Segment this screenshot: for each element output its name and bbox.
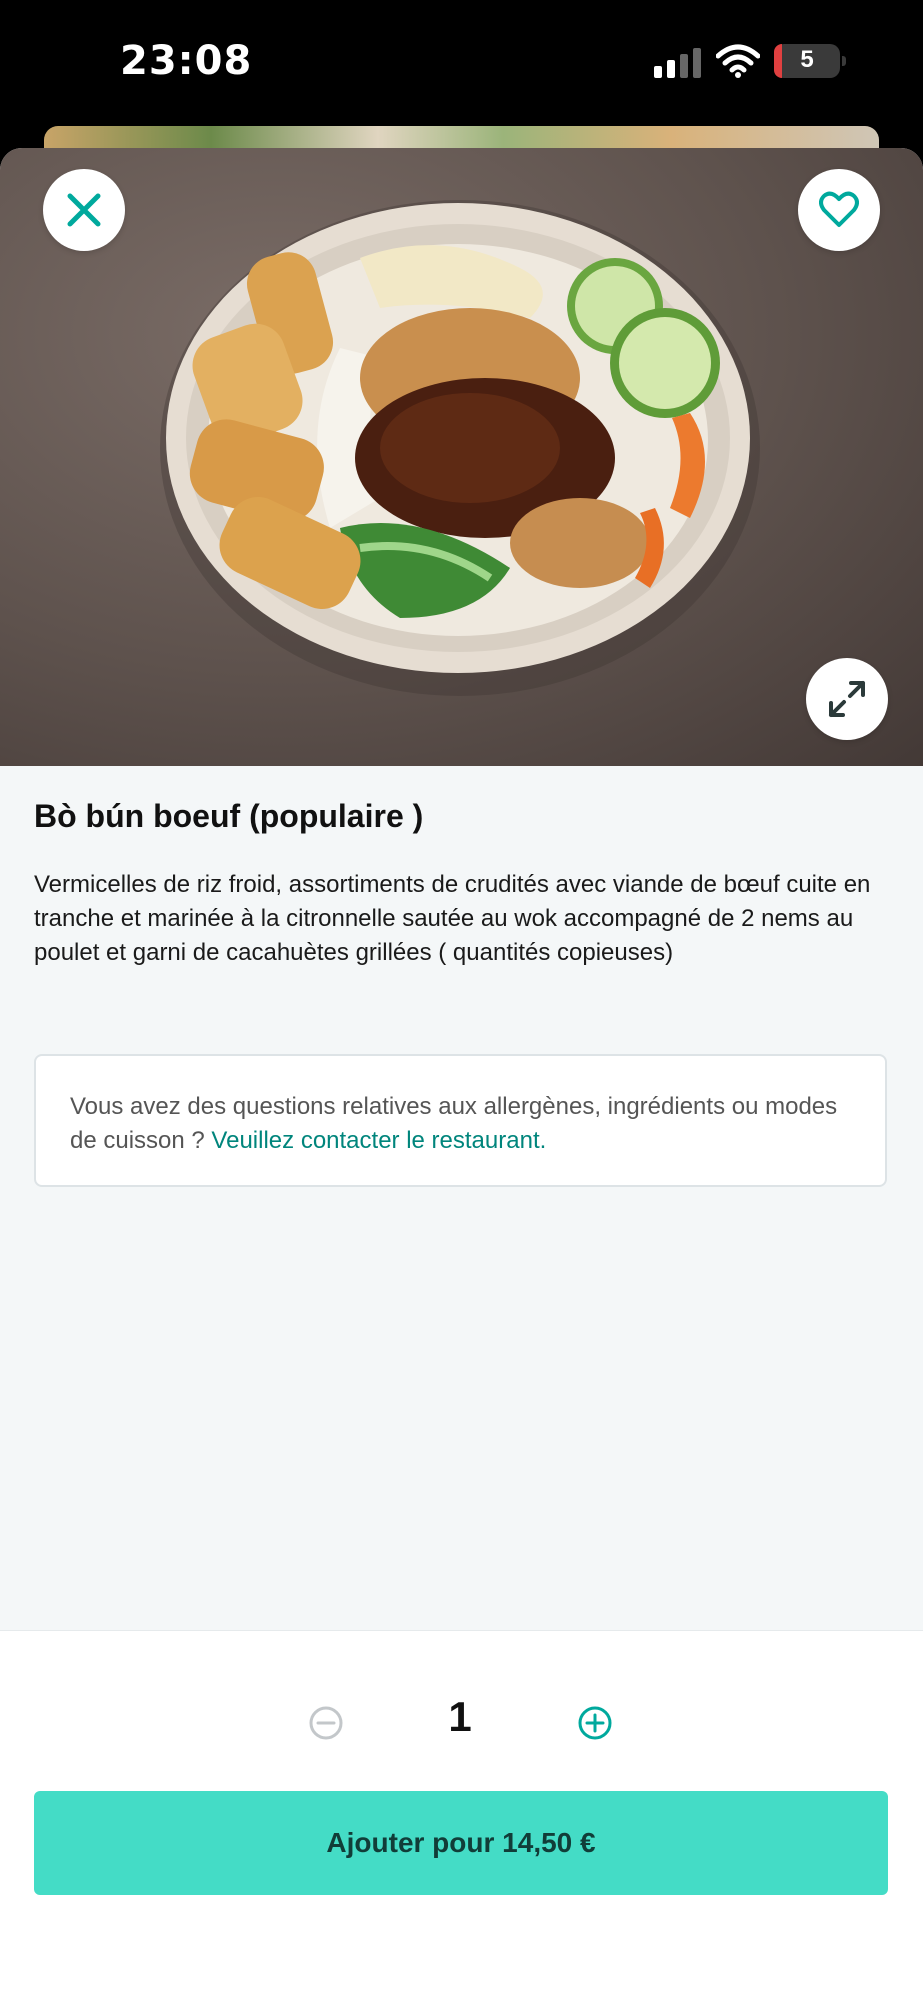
- status-time: 23:08: [120, 38, 253, 84]
- dish-photo[interactable]: [0, 148, 923, 766]
- wifi-icon: [716, 44, 760, 78]
- add-to-cart-button[interactable]: Ajouter pour 14,50 €: [34, 1791, 888, 1895]
- cellular-signal-icon: [654, 48, 701, 78]
- expand-image-button[interactable]: [806, 658, 888, 740]
- dish-illustration: [160, 200, 760, 696]
- quantity-value: 1: [448, 1693, 472, 1740]
- battery-icon: 5: [774, 44, 846, 78]
- dish-title: Bò bún boeuf (populaire ): [34, 798, 424, 834]
- allergen-notice: Vous avez des questions relatives aux al…: [34, 1054, 887, 1187]
- close-button[interactable]: [43, 169, 125, 251]
- dish-description: Vermicelles de riz froid, assortiments d…: [34, 871, 871, 966]
- close-icon: [67, 193, 101, 227]
- heart-icon: [819, 191, 859, 227]
- order-bar: 1 Ajouter pour 14,50 €: [0, 1630, 923, 2003]
- battery-level: 5: [800, 46, 814, 73]
- contact-restaurant-link[interactable]: Veuillez contacter le restaurant.: [211, 1127, 546, 1154]
- minus-circle-icon[interactable]: [308, 1705, 344, 1741]
- status-bar: 23:08 5: [0, 0, 923, 128]
- favorite-button[interactable]: [798, 169, 880, 251]
- plus-circle-icon[interactable]: [577, 1705, 613, 1741]
- expand-icon: [829, 681, 865, 717]
